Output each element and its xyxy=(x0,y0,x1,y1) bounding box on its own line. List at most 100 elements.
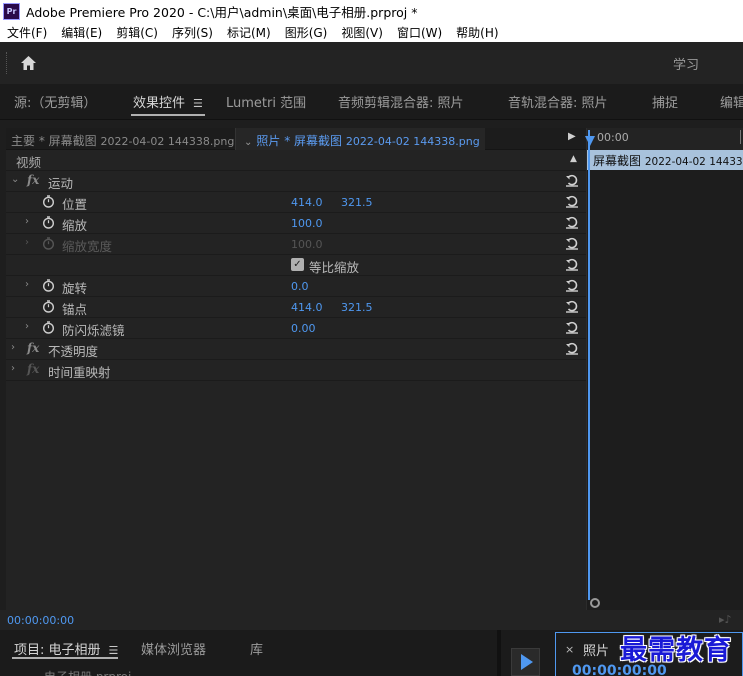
sequence-clip-selector[interactable]: ⌄ 照片 * 屏幕截图 2022-04-02 144338.png xyxy=(235,128,485,150)
close-icon[interactable]: × xyxy=(565,643,574,656)
opacity-label: 不透明度 xyxy=(48,344,99,359)
menu-view[interactable]: 视图(V) xyxy=(334,24,390,41)
current-timecode[interactable]: 00:00:00:00 xyxy=(7,614,74,627)
scale-width-label: 缩放宽度 xyxy=(62,239,113,254)
menu-sequence[interactable]: 序列(S) xyxy=(165,24,220,41)
reset-icon[interactable] xyxy=(565,257,579,271)
stopwatch-icon[interactable] xyxy=(42,300,55,313)
anti-flicker-label: 防闪烁滤镜 xyxy=(62,323,125,338)
section-video: 视频 ▲ xyxy=(6,150,586,171)
param-position[interactable]: 位置 414.0 321.5 xyxy=(6,192,586,213)
active-tab-indicator xyxy=(12,657,118,659)
stopwatch-icon[interactable] xyxy=(42,216,55,229)
reset-icon[interactable] xyxy=(565,236,579,250)
stopwatch-icon xyxy=(42,237,55,250)
reset-icon[interactable] xyxy=(565,194,579,208)
tab-lumetri-scopes[interactable]: Lumetri 范围 xyxy=(226,92,306,111)
fx-icon[interactable]: fx xyxy=(27,173,39,187)
param-anti-flicker[interactable]: › 防闪烁滤镜 0.00 xyxy=(6,318,586,339)
zoom-handle[interactable] xyxy=(590,598,600,608)
menu-graphics[interactable]: 图形(G) xyxy=(278,24,335,41)
scale-label: 缩放 xyxy=(62,218,88,233)
expand-chevron-icon[interactable]: › xyxy=(25,321,29,332)
tab-project[interactable]: 项目: 电子相册 ☰ xyxy=(14,639,118,658)
workspace-learning[interactable]: 学习 xyxy=(673,54,699,73)
effect-time-remapping[interactable]: › fx 时间重映射 xyxy=(6,360,586,381)
expand-chevron-icon[interactable]: › xyxy=(11,363,15,374)
reset-icon[interactable] xyxy=(565,341,579,355)
timeline-clip[interactable]: 屏幕截图 2022-04-02 144338 xyxy=(587,150,743,170)
param-rotation[interactable]: › 旋转 0.0 xyxy=(6,276,586,297)
chevron-down-icon: ⌄ xyxy=(244,137,253,148)
playhead-handle-icon[interactable] xyxy=(585,136,595,146)
reset-icon[interactable] xyxy=(565,215,579,229)
anti-flicker-value[interactable]: 0.00 xyxy=(291,322,316,335)
timeline-clip-date: 2022-04-02 144338 xyxy=(644,156,743,168)
timeline-clip-name: 屏幕截图 xyxy=(593,154,642,168)
stopwatch-icon[interactable] xyxy=(42,321,55,334)
tab-library[interactable]: 库 xyxy=(250,639,263,658)
panel-menu-icon[interactable]: ☰ xyxy=(109,644,119,657)
expand-chevron-icon[interactable]: › xyxy=(11,342,15,353)
playhead[interactable] xyxy=(585,130,595,600)
tab-audio-track-mixer[interactable]: 音轨混合器: 照片 xyxy=(508,92,608,111)
play-arrow-icon[interactable]: ▶ xyxy=(568,131,576,142)
expand-chevron-icon[interactable]: › xyxy=(25,279,29,290)
rotation-value[interactable]: 0.0 xyxy=(291,280,309,293)
menu-file[interactable]: 文件(F) xyxy=(0,24,54,41)
param-anchor-point[interactable]: 锚点 414.0 321.5 xyxy=(6,297,586,318)
effect-controls-status: 00:00:00:00 ▸♪ xyxy=(0,610,743,630)
menu-help[interactable]: 帮助(H) xyxy=(449,24,505,41)
param-scale[interactable]: › 缩放 100.0 xyxy=(6,213,586,234)
tab-project-label: 项目: 电子相册 xyxy=(14,643,101,658)
section-video-label: 视频 xyxy=(16,155,42,170)
tab-source[interactable]: 源:（无剪辑） xyxy=(14,92,96,111)
tab-edit[interactable]: 编辑 xyxy=(720,92,743,111)
position-y-value[interactable]: 321.5 xyxy=(341,196,373,209)
selection-tool-button[interactable] xyxy=(511,648,540,676)
reset-icon[interactable] xyxy=(565,278,579,292)
uniform-scale-checkbox[interactable]: ✓ xyxy=(291,258,304,271)
effect-timeline[interactable]: 00:00 屏幕截图 2022-04-02 144338 xyxy=(585,128,743,610)
stopwatch-icon[interactable] xyxy=(42,279,55,292)
source-clip-bar: 主要 * 屏幕截图 2022-04-02 144338.png ⌄ 照片 * 屏幕… xyxy=(6,128,586,150)
effect-opacity[interactable]: › fx 不透明度 xyxy=(6,339,586,360)
master-clip-name: 主要 * 屏幕截图 xyxy=(11,134,97,148)
home-icon[interactable] xyxy=(19,54,37,72)
scale-value[interactable]: 100.0 xyxy=(291,217,323,230)
project-item[interactable]: 电子相册.prproj xyxy=(44,668,131,676)
reset-icon[interactable] xyxy=(565,173,579,187)
panel-divider[interactable] xyxy=(497,630,501,676)
master-clip-label[interactable]: 主要 * 屏幕截图 2022-04-02 144338.png xyxy=(11,132,234,149)
menu-edit[interactable]: 编辑(E) xyxy=(54,24,109,41)
effect-rows: 视频 ▲ ⌄ fx 运动 位置 414.0 321.5 › 缩放 100.0 ›… xyxy=(6,150,586,381)
panel-tab-bar: 源:（无剪辑） 效果控件 ☰ Lumetri 范围 音频剪辑混合器: 照片 音轨混… xyxy=(0,84,743,120)
tab-capture[interactable]: 捕捉 xyxy=(652,92,678,111)
menu-clip[interactable]: 剪辑(C) xyxy=(109,24,165,41)
reset-icon[interactable] xyxy=(565,320,579,334)
stopwatch-icon[interactable] xyxy=(42,195,55,208)
master-clip-date: 2022-04-02 144338.png xyxy=(100,135,235,148)
panel-menu-icon[interactable]: ☰ xyxy=(193,97,203,110)
menu-window[interactable]: 窗口(W) xyxy=(390,24,449,41)
sequence-tab-label[interactable]: 照片 xyxy=(583,640,609,659)
fx-icon[interactable]: fx xyxy=(27,341,39,355)
tab-media-browser[interactable]: 媒体浏览器 xyxy=(141,639,206,658)
tab-effect-controls[interactable]: 效果控件 ☰ xyxy=(133,92,203,111)
param-scale-width: › 缩放宽度 100.0 xyxy=(6,234,586,255)
workspace-grip xyxy=(6,52,8,74)
timeline-ruler[interactable]: 00:00 xyxy=(587,128,743,150)
expand-chevron-icon[interactable]: › xyxy=(25,216,29,227)
menu-marker[interactable]: 标记(M) xyxy=(220,24,278,41)
anchor-x-value[interactable]: 414.0 xyxy=(291,301,323,314)
effect-motion[interactable]: ⌄ fx 运动 xyxy=(6,171,586,192)
expand-chevron-icon[interactable]: ⌄ xyxy=(11,174,19,185)
scroll-up-icon[interactable]: ▲ xyxy=(570,154,577,164)
audio-note-icon[interactable]: ▸♪ xyxy=(719,613,732,626)
time-remap-label: 时间重映射 xyxy=(48,365,111,380)
position-x-value[interactable]: 414.0 xyxy=(291,196,323,209)
anchor-y-value[interactable]: 321.5 xyxy=(341,301,373,314)
tab-audio-clip-mixer[interactable]: 音频剪辑混合器: 照片 xyxy=(338,92,464,111)
reset-icon[interactable] xyxy=(565,299,579,313)
active-tab-indicator xyxy=(131,114,205,116)
